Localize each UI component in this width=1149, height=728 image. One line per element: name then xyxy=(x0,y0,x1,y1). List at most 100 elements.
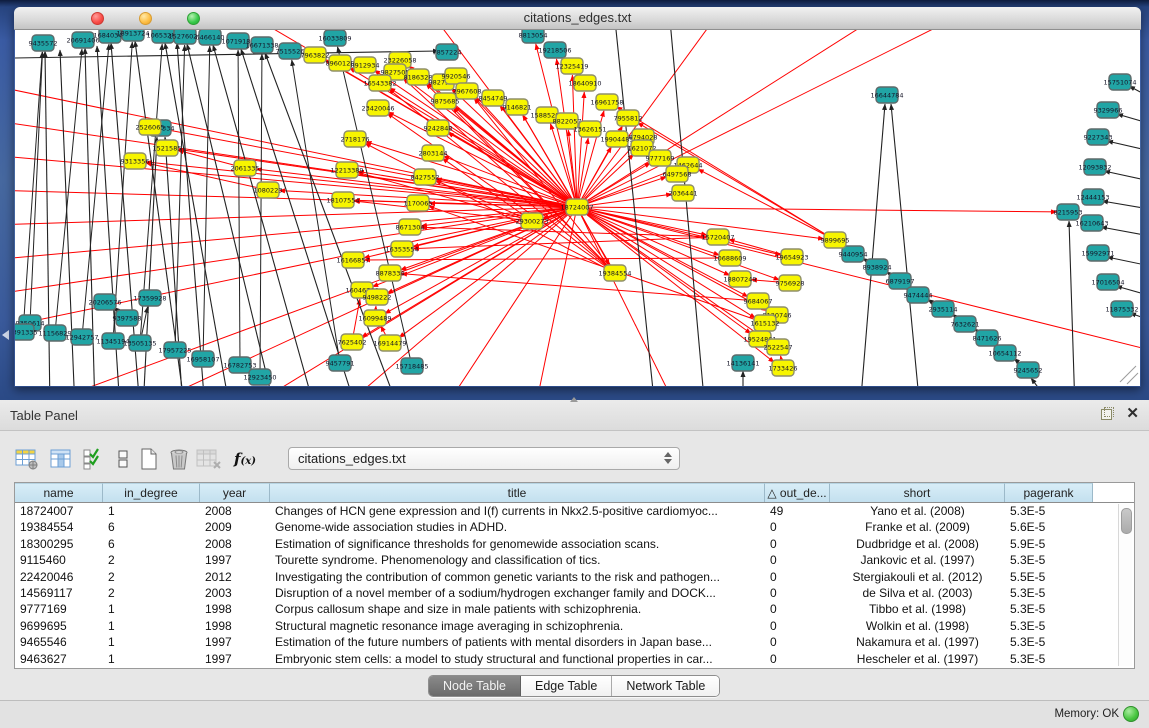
graph-node[interactable]: 2803144 xyxy=(419,145,448,161)
graph-node[interactable]: 12444153 xyxy=(1076,189,1109,205)
graph-node[interactable]: 18807249 xyxy=(723,271,756,287)
graph-node[interactable]: 7857224 xyxy=(433,44,462,60)
column-header[interactable]: △ out_de... xyxy=(765,483,830,502)
table-row[interactable]: 1938455462009Genome-wide association stu… xyxy=(15,519,1134,535)
memory-status-indicator[interactable] xyxy=(1123,706,1139,722)
graph-node[interactable]: 9875685 xyxy=(431,93,460,109)
graph-node[interactable]: 16210643 xyxy=(1075,215,1108,231)
graph-node[interactable]: 8671304 xyxy=(396,219,425,235)
new-document-button[interactable] xyxy=(136,446,162,472)
resize-gripper[interactable] xyxy=(1120,366,1138,384)
column-header[interactable]: name xyxy=(15,483,103,502)
graph-node[interactable]: 6466140 xyxy=(196,30,225,45)
graph-node[interactable]: 8938924 xyxy=(863,259,892,275)
graph-node[interactable]: 9899695 xyxy=(821,232,850,248)
table-row[interactable]: 946362711997Embryonic stem cells: a mode… xyxy=(15,651,1134,667)
graph-node[interactable]: 12325419 xyxy=(555,58,588,74)
float-panel-icon[interactable] xyxy=(1101,407,1114,420)
graph-node[interactable]: 6497568 xyxy=(663,166,692,182)
graph-node[interactable]: 9397588 xyxy=(113,310,142,326)
graph-node[interactable]: 10688609 xyxy=(713,250,746,266)
graph-node[interactable]: 15992971 xyxy=(1081,245,1114,261)
graph-node[interactable]: 17359928 xyxy=(133,290,166,306)
graph-node[interactable]: 9777169 xyxy=(646,150,675,166)
graph-node[interactable]: 2061335 xyxy=(231,160,260,176)
graph-node[interactable]: 19218506 xyxy=(538,42,571,58)
table-scrollbar[interactable] xyxy=(1118,504,1132,666)
column-header[interactable]: pagerank xyxy=(1005,483,1093,502)
panel-edge-arrow[interactable] xyxy=(2,330,9,340)
graph-node[interactable]: 2935114 xyxy=(929,301,958,317)
select-all-button[interactable] xyxy=(80,446,106,472)
graph-node[interactable]: 9242848 xyxy=(424,120,453,136)
table-selector[interactable]: citations_edges.txt xyxy=(288,447,680,470)
close-panel-icon[interactable]: ✕ xyxy=(1126,406,1139,421)
graph-node[interactable]: 9313356 xyxy=(121,153,150,169)
graph-node[interactable]: 17016504 xyxy=(1091,274,1124,290)
graph-node[interactable]: 8912934 xyxy=(351,57,380,73)
graph-node[interactable]: 9756928 xyxy=(776,275,805,291)
graph-node[interactable]: 9146821 xyxy=(503,99,532,115)
graph-node[interactable]: 1733426 xyxy=(769,360,798,376)
table-row[interactable]: 2242004622012Investigating the contribut… xyxy=(15,569,1134,585)
graph-node[interactable]: 9227343 xyxy=(1084,129,1113,145)
graph-node[interactable]: 9329966 xyxy=(1094,102,1123,118)
graph-node[interactable]: 1521585 xyxy=(153,140,182,156)
table-row[interactable]: 946554611997Estimation of the future num… xyxy=(15,634,1134,650)
graph-node[interactable]: 14136141 xyxy=(726,355,759,371)
column-header[interactable]: title xyxy=(270,483,765,502)
table-scrollbar-thumb[interactable] xyxy=(1121,508,1132,534)
graph-node[interactable]: 2526065 xyxy=(136,119,165,135)
graph-node[interactable]: 9457791 xyxy=(326,355,355,371)
function-builder-button[interactable]: f(x) xyxy=(232,446,258,472)
split-pane-handle[interactable] xyxy=(570,397,578,402)
graph-node[interactable]: 9435572 xyxy=(29,35,58,51)
delete-button[interactable] xyxy=(166,446,192,472)
graph-node[interactable]: 23420046 xyxy=(361,100,394,116)
tab-network-table[interactable]: Network Table xyxy=(612,676,719,696)
table-settings-button[interactable] xyxy=(14,446,40,472)
graph-node[interactable]: 16914479 xyxy=(373,335,406,351)
graph-node[interactable]: 8427552 xyxy=(411,169,440,185)
column-selector-button[interactable] xyxy=(48,446,74,472)
delete-table-button[interactable] xyxy=(196,446,222,472)
network-canvas[interactable]: 9435572206914061684034418913724106532871… xyxy=(15,30,1140,386)
graph-node[interactable]: 18640910 xyxy=(568,75,601,91)
table-row[interactable]: 977716911998Corpus callosum shape and si… xyxy=(15,601,1134,617)
network-window[interactable]: citations_edges.txt 94355722069140616840… xyxy=(14,7,1141,387)
graph-node[interactable]: 2522547 xyxy=(764,339,793,355)
column-header[interactable]: year xyxy=(200,483,270,502)
graph-node[interactable]: 1170065 xyxy=(404,195,433,211)
graph-node[interactable]: 2036441 xyxy=(669,185,698,201)
graph-node[interactable]: 8813054 xyxy=(519,30,548,43)
citation-network-graph[interactable]: 9435572206914061684034418913724106532871… xyxy=(15,30,1140,386)
tab-edge-table[interactable]: Edge Table xyxy=(521,676,612,696)
table-row[interactable]: 1830029562008Estimation of significance … xyxy=(15,536,1134,552)
graph-node[interactable]: 8215953 xyxy=(1054,204,1083,220)
graph-node[interactable]: 9920546 xyxy=(442,68,471,84)
network-window-titlebar[interactable]: citations_edges.txt xyxy=(14,7,1141,30)
graph-node[interactable]: 16644784 xyxy=(870,87,903,103)
graph-node[interactable]: 1615132 xyxy=(751,315,780,331)
graph-node[interactable]: 1080223 xyxy=(254,182,283,198)
graph-node[interactable]: 16353554 xyxy=(385,241,418,257)
tab-node-table[interactable]: Node Table xyxy=(429,676,521,696)
graph-node[interactable]: 20206576 xyxy=(88,294,121,310)
graph-node[interactable]: 12093832 xyxy=(1078,159,1111,175)
graph-node[interactable]: 16033809 xyxy=(318,30,351,46)
graph-node[interactable]: 8471626 xyxy=(973,330,1002,346)
graph-node[interactable]: 10654112 xyxy=(988,345,1021,361)
graph-node[interactable]: 19654923 xyxy=(775,249,808,265)
graph-node[interactable]: 8878334 xyxy=(376,265,405,281)
graph-node[interactable]: 9391335 xyxy=(15,324,37,340)
graph-node[interactable]: 9684067 xyxy=(744,293,773,309)
graph-node[interactable]: 9474444 xyxy=(904,287,933,303)
graph-node[interactable]: 16166857 xyxy=(336,252,369,268)
graph-node[interactable]: 9245652 xyxy=(1014,362,1043,378)
graph-node[interactable]: 7632621 xyxy=(951,316,980,332)
table-row[interactable]: 911546021997Tourette syndrome. Phenomeno… xyxy=(15,552,1134,568)
graph-node[interactable]: 2718176 xyxy=(341,131,370,147)
graph-node[interactable]: 7955812 xyxy=(614,110,643,126)
table-row[interactable]: 1872400712008Changes of HCN gene express… xyxy=(15,503,1134,519)
graph-node[interactable]: 7625402 xyxy=(338,334,367,350)
